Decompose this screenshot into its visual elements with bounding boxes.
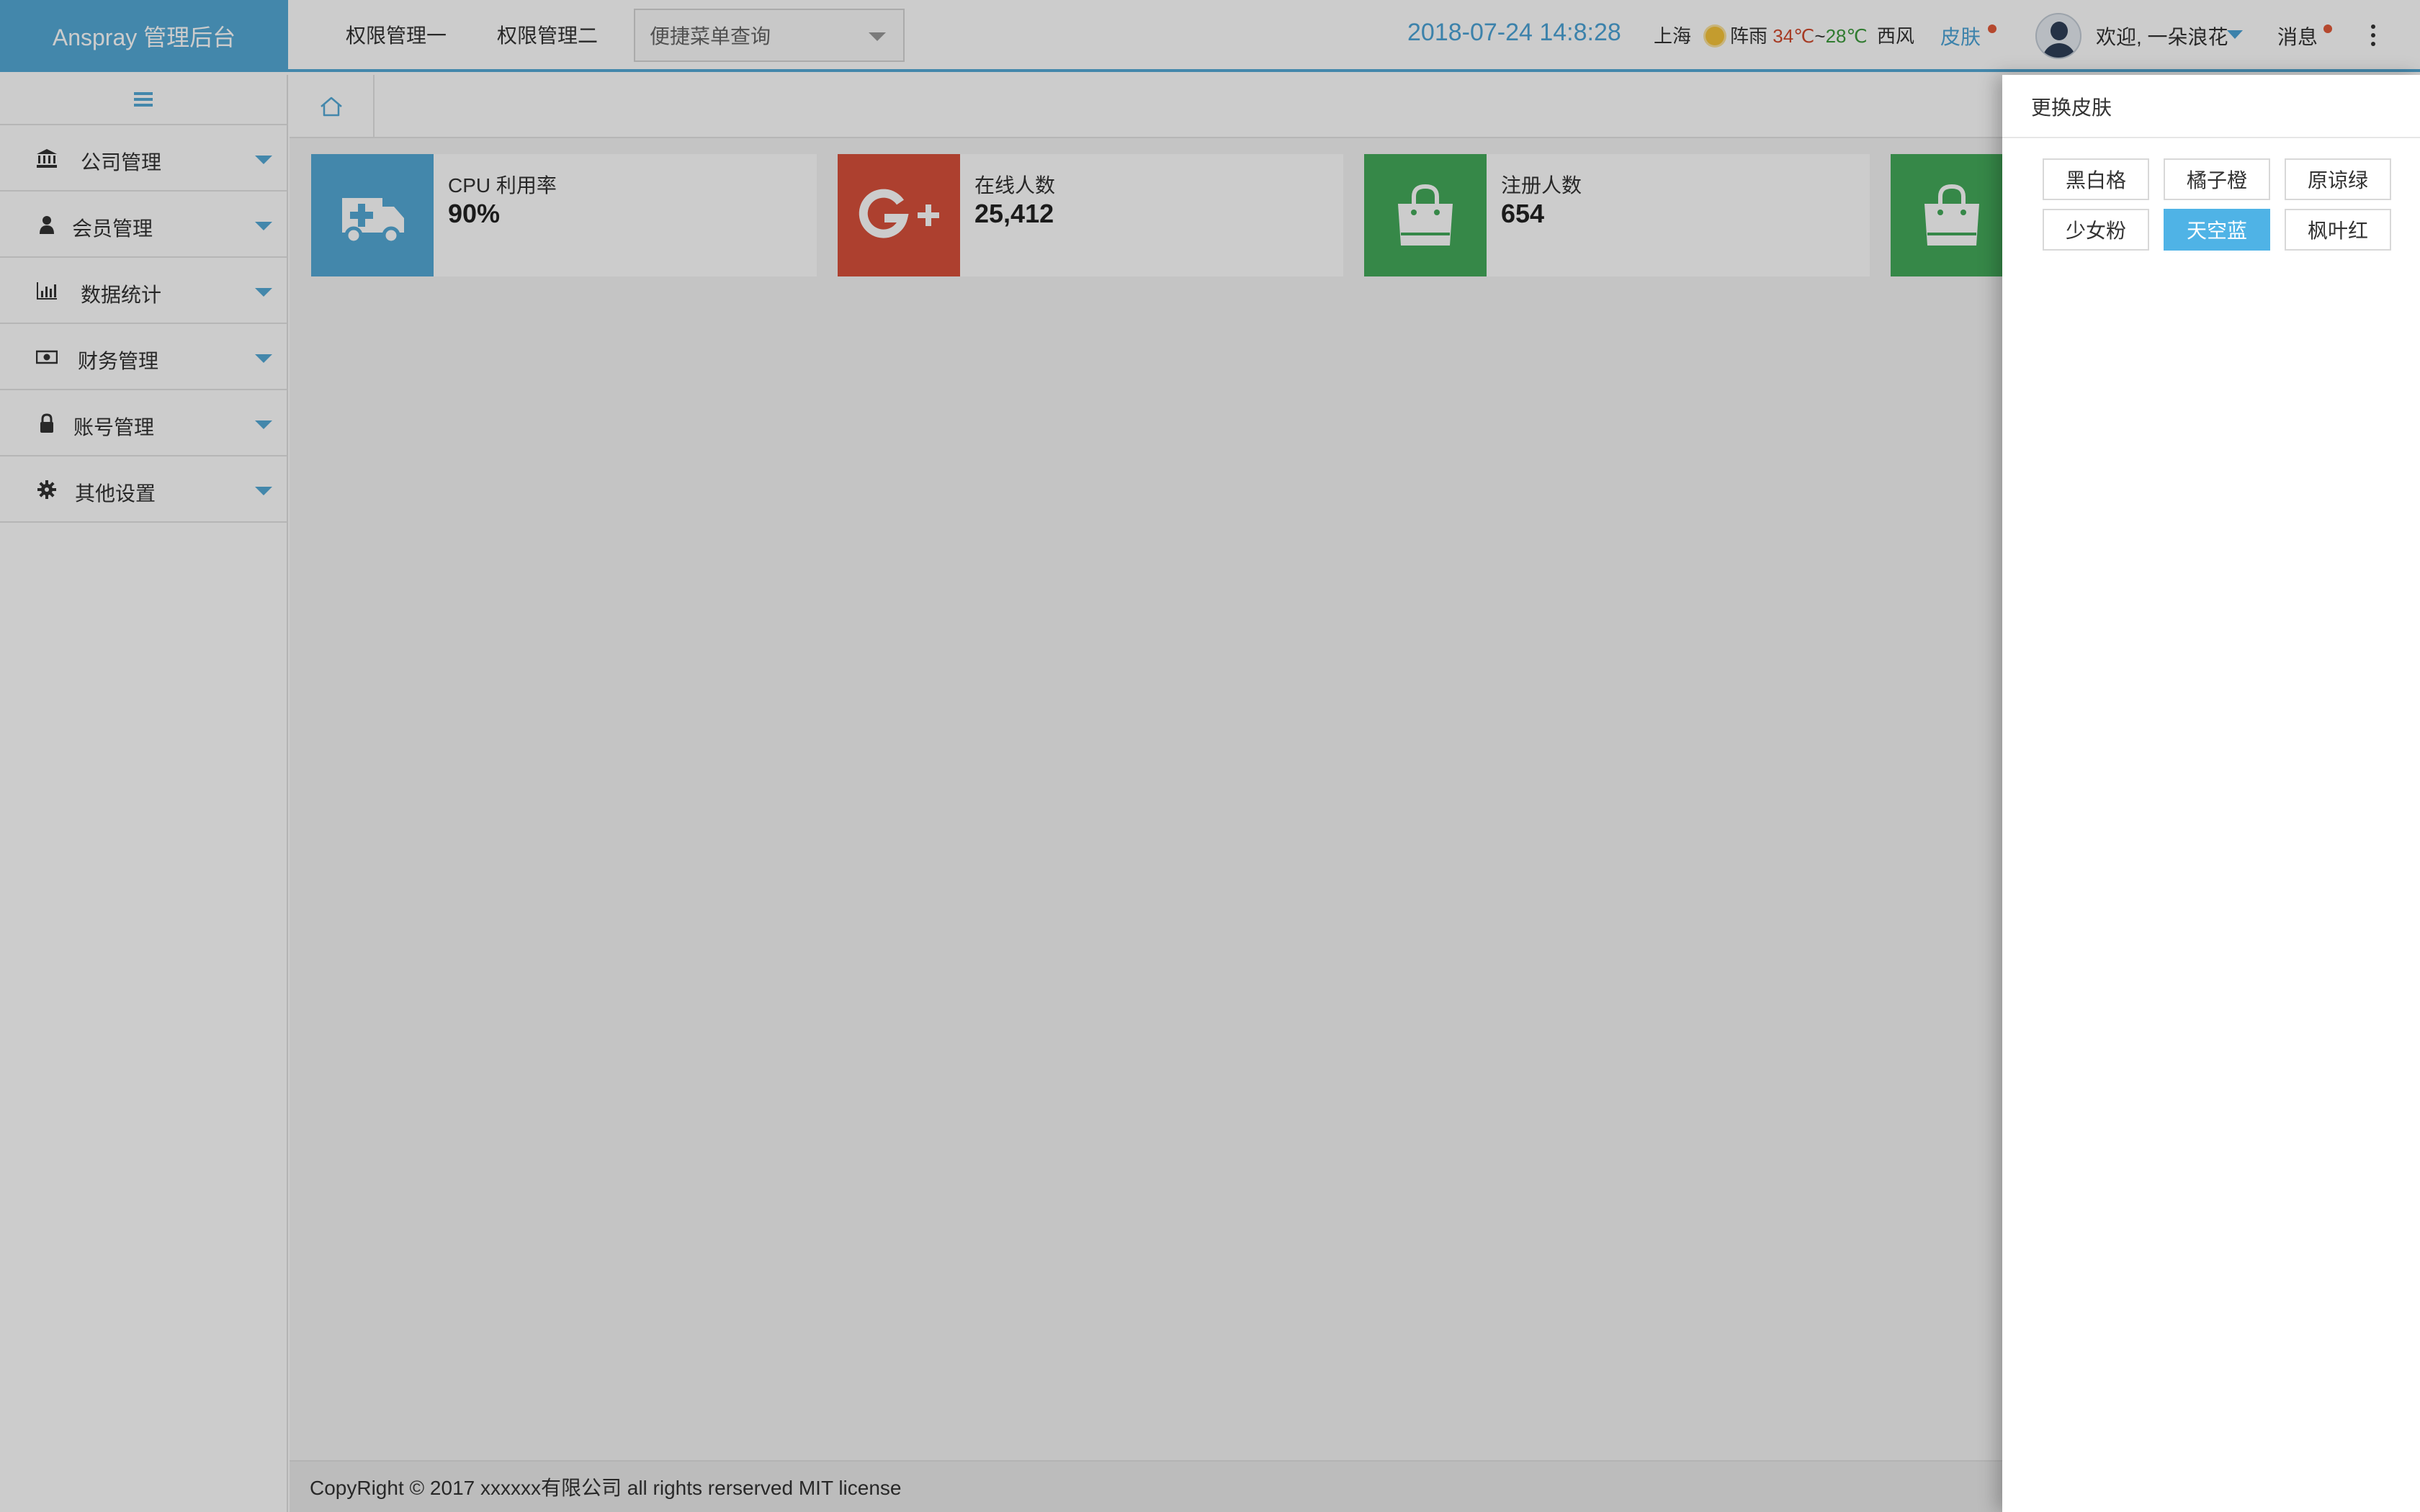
skin-panel-title: 更换皮肤 xyxy=(2031,96,2112,119)
skin-option-sky-blue[interactable]: 天空蓝 xyxy=(2164,209,2270,251)
skin-option-pink[interactable]: 少女粉 xyxy=(2043,209,2149,251)
skin-option-orange[interactable]: 橘子橙 xyxy=(2164,158,2270,200)
skin-option-black-white[interactable]: 黑白格 xyxy=(2043,158,2149,200)
divider xyxy=(2002,137,2420,138)
skin-option-green[interactable]: 原谅绿 xyxy=(2285,158,2391,200)
skin-panel: 更换皮肤 黑白格 橘子橙 原谅绿 少女粉 天空蓝 枫叶红 xyxy=(2002,75,2420,1512)
skin-option-maple-red[interactable]: 枫叶红 xyxy=(2285,209,2391,251)
